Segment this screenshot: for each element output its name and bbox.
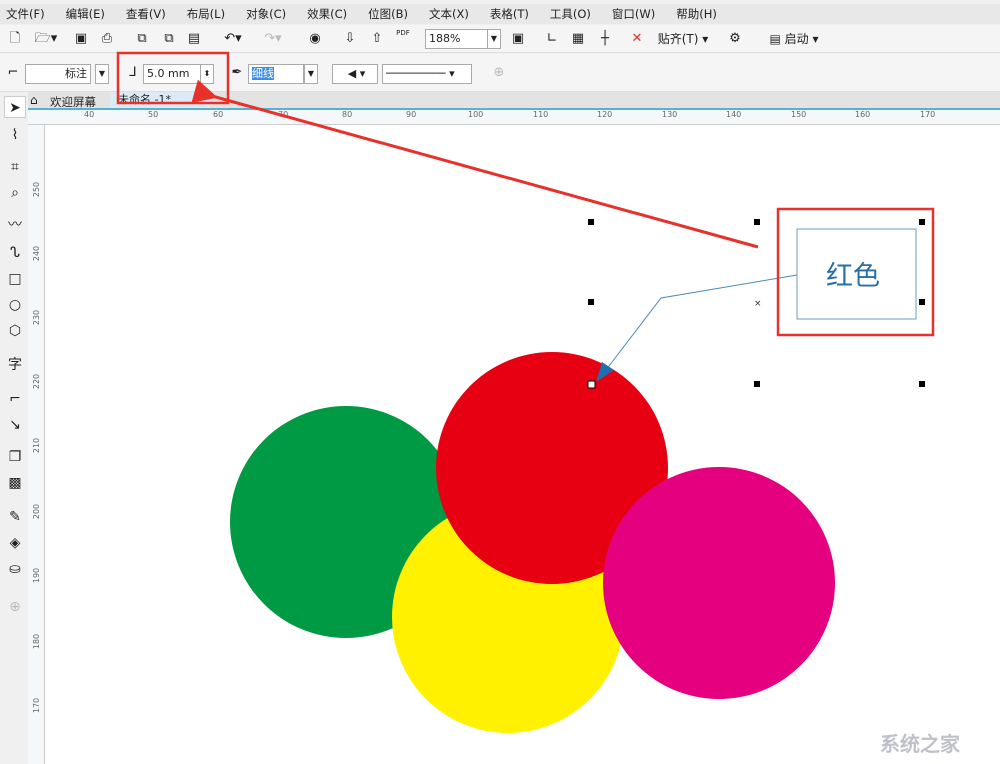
canvas-overlay: × [116, 51, 935, 733]
callout-leader-line[interactable] [605, 274, 798, 371]
center-mark: × [754, 299, 762, 309]
callout-text[interactable]: 红色 [826, 254, 880, 293]
watermark: 系统之家 [880, 732, 960, 756]
annotation-arrow [191, 79, 759, 249]
magenta-circle[interactable] [603, 467, 835, 699]
annotation-box-gap [116, 51, 230, 105]
